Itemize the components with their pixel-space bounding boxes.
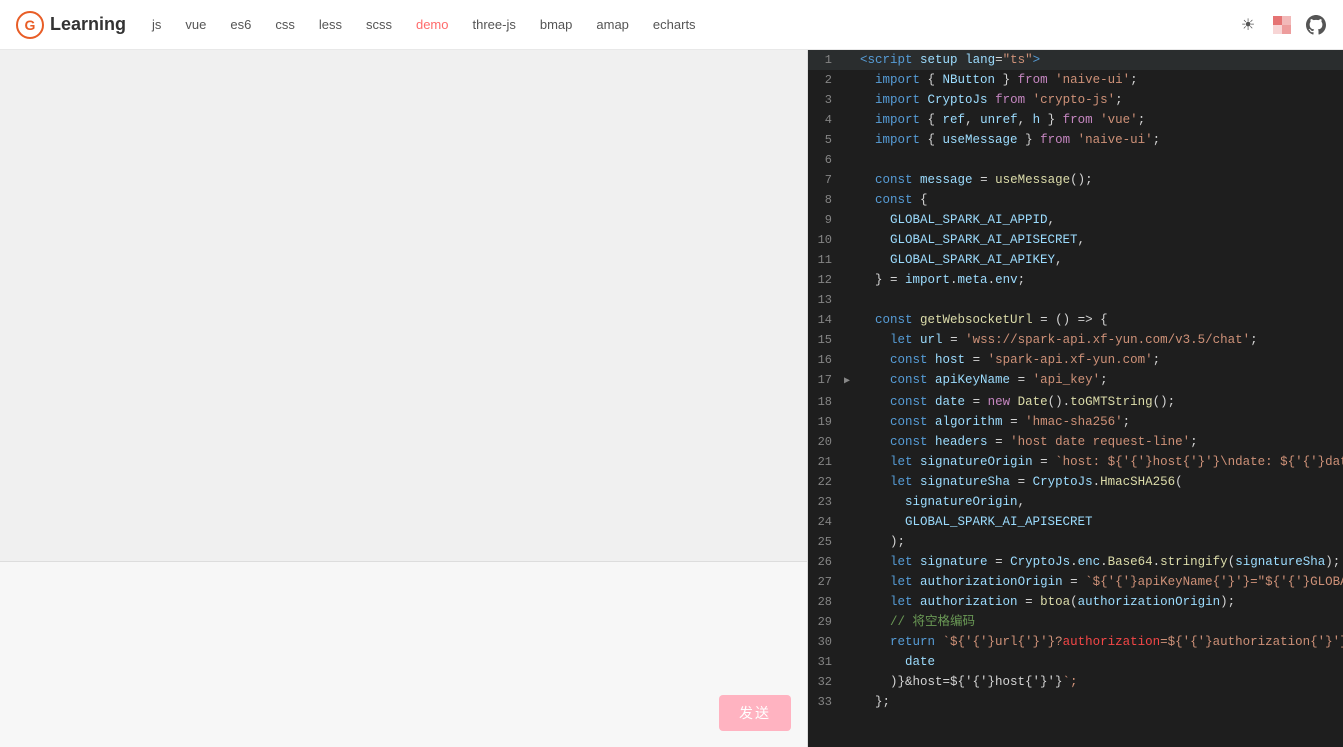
code-line-11: 11 GLOBAL_SPARK_AI_APIKEY, <box>808 250 1343 270</box>
code-line-2: 2 import { NButton } from 'naive-ui'; <box>808 70 1343 90</box>
code-line-32: 32 )}&host=${'{'}host{'}'}`; <box>808 672 1343 692</box>
code-line-10: 10 GLOBAL_SPARK_AI_APISECRET, <box>808 230 1343 250</box>
code-editor[interactable]: 1 <script setup lang="ts"> 2 import { NB… <box>808 50 1343 747</box>
code-line-31: 31 date <box>808 652 1343 672</box>
nav-amap[interactable]: amap <box>594 13 631 36</box>
code-line-9: 9 GLOBAL_SPARK_AI_APPID, <box>808 210 1343 230</box>
code-line-20: 20 const headers = 'host date request-li… <box>808 432 1343 452</box>
code-line-23: 23 signatureOrigin, <box>808 492 1343 512</box>
preview-area <box>0 50 807 562</box>
code-line-33: 33 }; <box>808 692 1343 712</box>
chat-input-area: 发送 <box>0 562 807 747</box>
code-line-3: 3 import CryptoJs from 'crypto-js'; <box>808 90 1343 110</box>
color-theme-icon[interactable] <box>1271 14 1293 36</box>
send-button[interactable]: 发送 <box>719 695 791 731</box>
code-line-18: 18 const date = new Date().toGMTString()… <box>808 392 1343 412</box>
github-icon[interactable] <box>1305 14 1327 36</box>
code-line-16: 16 const host = 'spark-api.xf-yun.com'; <box>808 350 1343 370</box>
code-line-15: 15 let url = 'wss://spark-api.xf-yun.com… <box>808 330 1343 350</box>
main-layout: 发送 1 <script setup lang="ts"> 2 import {… <box>0 50 1343 747</box>
nav-vue[interactable]: vue <box>183 13 208 36</box>
nav-less[interactable]: less <box>317 13 344 36</box>
code-line-8: 8 const { <box>808 190 1343 210</box>
left-panel: 发送 <box>0 50 808 747</box>
header-right: ☀ <box>1237 14 1327 36</box>
code-line-7: 7 const message = useMessage(); <box>808 170 1343 190</box>
nav-scss[interactable]: scss <box>364 13 394 36</box>
nav-demo[interactable]: demo <box>414 13 451 36</box>
svg-text:G: G <box>25 17 36 33</box>
logo-icon: G <box>16 11 44 39</box>
theme-light-icon[interactable]: ☀ <box>1237 14 1259 36</box>
code-line-28: 28 let authorization = btoa(authorizatio… <box>808 592 1343 612</box>
header: G Learning js vue es6 css less scss demo… <box>0 0 1343 50</box>
nav-es6[interactable]: es6 <box>228 13 253 36</box>
code-panel: 1 <script setup lang="ts"> 2 import { NB… <box>808 50 1343 747</box>
nav-bmap[interactable]: bmap <box>538 13 575 36</box>
code-line-5: 5 import { useMessage } from 'naive-ui'; <box>808 130 1343 150</box>
code-line-12: 12 } = import.meta.env; <box>808 270 1343 290</box>
nav: js vue es6 css less scss demo three-js b… <box>150 13 1213 36</box>
logo[interactable]: G Learning <box>16 11 126 39</box>
code-line-22: 22 let signatureSha = CryptoJs.HmacSHA25… <box>808 472 1343 492</box>
code-line-21: 21 let signatureOrigin = `host: ${'{'}ho… <box>808 452 1343 472</box>
code-line-30: 30 return `${'{'}url{'}'}?authorization=… <box>808 632 1343 652</box>
code-line-25: 25 ); <box>808 532 1343 552</box>
nav-js[interactable]: js <box>150 13 163 36</box>
code-line-17: 17 ▶ const apiKeyName = 'api_key'; <box>808 370 1343 392</box>
code-line-24: 24 GLOBAL_SPARK_AI_APISECRET <box>808 512 1343 532</box>
code-line-6: 6 <box>808 150 1343 170</box>
code-line-26: 26 let signature = CryptoJs.enc.Base64.s… <box>808 552 1343 572</box>
code-line-27: 27 let authorizationOrigin = `${'{'}apiK… <box>808 572 1343 592</box>
code-line-13: 13 <box>808 290 1343 310</box>
logo-text: Learning <box>50 14 126 35</box>
code-line-29: 29 // 将空格编码 <box>808 612 1343 632</box>
code-line-1: 1 <script setup lang="ts"> <box>808 50 1343 70</box>
code-line-14: 14 const getWebsocketUrl = () => { <box>808 310 1343 330</box>
nav-three-js[interactable]: three-js <box>471 13 518 36</box>
code-line-4: 4 import { ref, unref, h } from 'vue'; <box>808 110 1343 130</box>
nav-css[interactable]: css <box>273 13 297 36</box>
code-line-19: 19 const algorithm = 'hmac-sha256'; <box>808 412 1343 432</box>
nav-echarts[interactable]: echarts <box>651 13 698 36</box>
